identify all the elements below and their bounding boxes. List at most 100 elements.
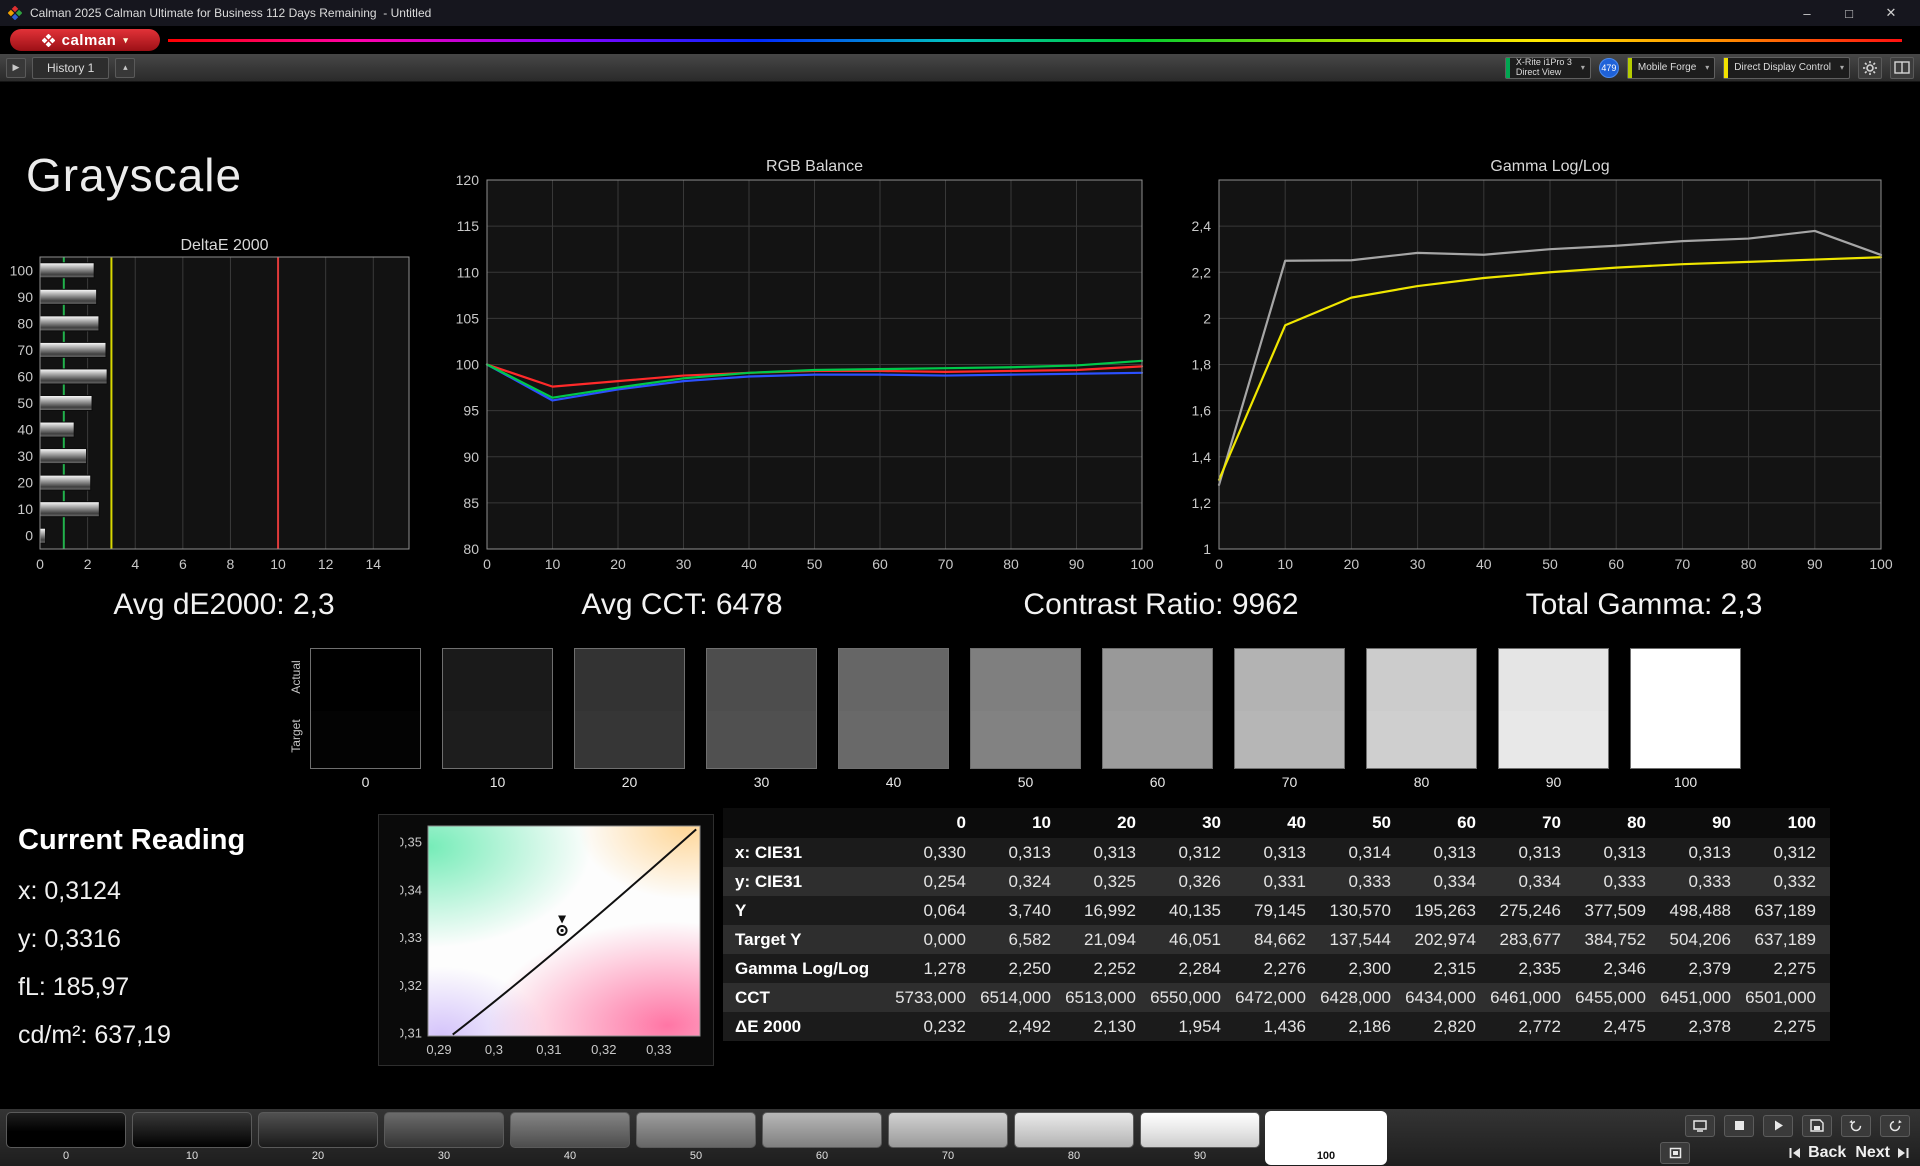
svg-text:105: 105 <box>456 310 480 326</box>
table-cell: 2,186 <box>1320 1012 1405 1041</box>
table-row: CCT5733,0006514,0006513,0006550,0006472,… <box>723 983 1830 1012</box>
svg-text:2: 2 <box>1203 310 1211 326</box>
save-button[interactable] <box>1802 1115 1832 1137</box>
pattern-window-button[interactable] <box>1660 1142 1690 1164</box>
svg-text:90: 90 <box>1807 556 1823 572</box>
svg-text:120: 120 <box>456 172 480 188</box>
add-tab-button[interactable]: ▴ <box>115 58 135 78</box>
table-column-header: 80 <box>1575 808 1660 838</box>
settings-button[interactable] <box>1858 57 1882 79</box>
swatch-patch <box>838 648 949 769</box>
table-cell: 2,346 <box>1575 954 1660 983</box>
table-cell: 79,145 <box>1235 896 1320 925</box>
pattern-level-label: 50 <box>636 1148 756 1164</box>
pattern-level-button[interactable]: 60 <box>762 1112 882 1164</box>
svg-text:20: 20 <box>17 475 33 491</box>
pattern-level-label: 60 <box>762 1148 882 1164</box>
svg-text:40: 40 <box>1476 556 1492 572</box>
minimize-button[interactable]: – <box>1786 0 1828 26</box>
stat-avg-cct: Avg CCT: 6478 <box>581 588 782 622</box>
svg-text:10: 10 <box>17 501 33 517</box>
pattern-patch <box>1014 1112 1134 1148</box>
measurement-table: 0102030405060708090100x: CIE310,3300,313… <box>723 808 1830 1041</box>
refresh-button[interactable] <box>1880 1115 1910 1137</box>
play-arrow-icon: ▶ <box>13 62 20 73</box>
table-cell: 5733,000 <box>895 983 980 1012</box>
meter-dropdown[interactable]: X-Rite i1Pro 3 Direct View ▾ <box>1505 57 1591 79</box>
table-cell: 0,313 <box>1235 838 1320 867</box>
grayscale-swatch: 10 <box>442 648 553 790</box>
table-cell: 6455,000 <box>1575 983 1660 1012</box>
display-control-dropdown[interactable]: Direct Display Control ▾ <box>1723 57 1850 79</box>
source-dropdown[interactable]: Mobile Forge ▾ <box>1627 57 1715 79</box>
table-row-label: Y <box>723 896 895 925</box>
display-accent-bar <box>1724 58 1728 78</box>
tab-history-1[interactable]: History 1 <box>32 57 109 79</box>
toolbar: ▶ History 1 ▴ X-Rite i1Pro 3 Direct View… <box>0 54 1920 82</box>
source-label: Mobile Forge <box>1638 62 1696 73</box>
swatch-level-label: 60 <box>1102 774 1213 790</box>
pattern-level-button[interactable]: 0 <box>6 1112 126 1164</box>
pattern-level-label: 10 <box>132 1148 252 1164</box>
stop-icon <box>1733 1119 1746 1132</box>
svg-text:95: 95 <box>463 403 479 419</box>
history-nav-button[interactable]: ▶ <box>6 58 26 78</box>
pattern-level-button[interactable]: 70 <box>888 1112 1008 1164</box>
table-cell: 2,379 <box>1660 954 1745 983</box>
reading-y: y: 0,3316 <box>18 915 378 963</box>
stop-button[interactable] <box>1724 1115 1754 1137</box>
pattern-level-button[interactable]: 10 <box>132 1112 252 1164</box>
pattern-level-button[interactable]: 90 <box>1140 1112 1260 1164</box>
pattern-level-button[interactable]: 100 <box>1266 1112 1386 1164</box>
table-cell: 0,232 <box>895 1012 980 1041</box>
table-cell: 46,051 <box>1150 925 1235 954</box>
swatch-target-half <box>1367 711 1476 768</box>
svg-text:100: 100 <box>1130 556 1154 572</box>
display-window-button[interactable] <box>1685 1115 1715 1137</box>
svg-text:100: 100 <box>1869 556 1893 572</box>
layout-button[interactable] <box>1890 57 1914 79</box>
pattern-level-button[interactable]: 80 <box>1014 1112 1134 1164</box>
pattern-level-button[interactable]: 20 <box>258 1112 378 1164</box>
pattern-level-button[interactable]: 50 <box>636 1112 756 1164</box>
svg-text:100: 100 <box>10 262 34 278</box>
svg-text:0: 0 <box>25 528 33 544</box>
pattern-patch <box>6 1112 126 1148</box>
svg-text:1,8: 1,8 <box>1192 357 1212 373</box>
swatch-patch <box>442 648 553 769</box>
svg-text:110: 110 <box>457 264 480 280</box>
table-cell: 637,189 <box>1745 896 1830 925</box>
svg-text:50: 50 <box>17 395 33 411</box>
table-cell: 2,275 <box>1745 1012 1830 1041</box>
svg-text:80: 80 <box>1003 556 1019 572</box>
table-cell: 0,312 <box>1150 838 1235 867</box>
meter-accent-bar <box>1506 58 1510 78</box>
pattern-level-button[interactable]: 40 <box>510 1112 630 1164</box>
back-button[interactable]: Back <box>1788 1144 1846 1162</box>
svg-text:0,32: 0,32 <box>591 1042 616 1057</box>
table-column-header: 30 <box>1150 808 1235 838</box>
pattern-patch <box>1140 1112 1260 1148</box>
svg-text:10: 10 <box>1277 556 1293 572</box>
table-cell: 6501,000 <box>1745 983 1830 1012</box>
table-cell: 21,094 <box>1065 925 1150 954</box>
pattern-patch <box>888 1112 1008 1148</box>
table-cell: 0,334 <box>1405 867 1490 896</box>
close-button[interactable]: ✕ <box>1870 0 1912 26</box>
reading-x: x: 0,3124 <box>18 867 378 915</box>
svg-text:2,4: 2,4 <box>1192 218 1212 234</box>
pattern-level-label: 0 <box>6 1148 126 1164</box>
play-button[interactable] <box>1763 1115 1793 1137</box>
reading-fl: fL: 185,97 <box>18 963 378 1011</box>
calman-logo-menu[interactable]: calman ▾ <box>10 29 160 51</box>
rgb-balance-line-chart: 8085909510010511011512001020304050607080… <box>447 172 1154 584</box>
maximize-button[interactable]: □ <box>1828 0 1870 26</box>
swatch-actual-half <box>1499 649 1608 711</box>
page-title: Grayscale <box>26 148 242 202</box>
reset-button[interactable] <box>1841 1115 1871 1137</box>
table-cell: 0,313 <box>980 838 1065 867</box>
next-button[interactable]: Next <box>1855 1144 1910 1162</box>
table-row: y: CIE310,2540,3240,3250,3260,3310,3330,… <box>723 867 1830 896</box>
svg-text:0: 0 <box>483 556 491 572</box>
pattern-level-button[interactable]: 30 <box>384 1112 504 1164</box>
